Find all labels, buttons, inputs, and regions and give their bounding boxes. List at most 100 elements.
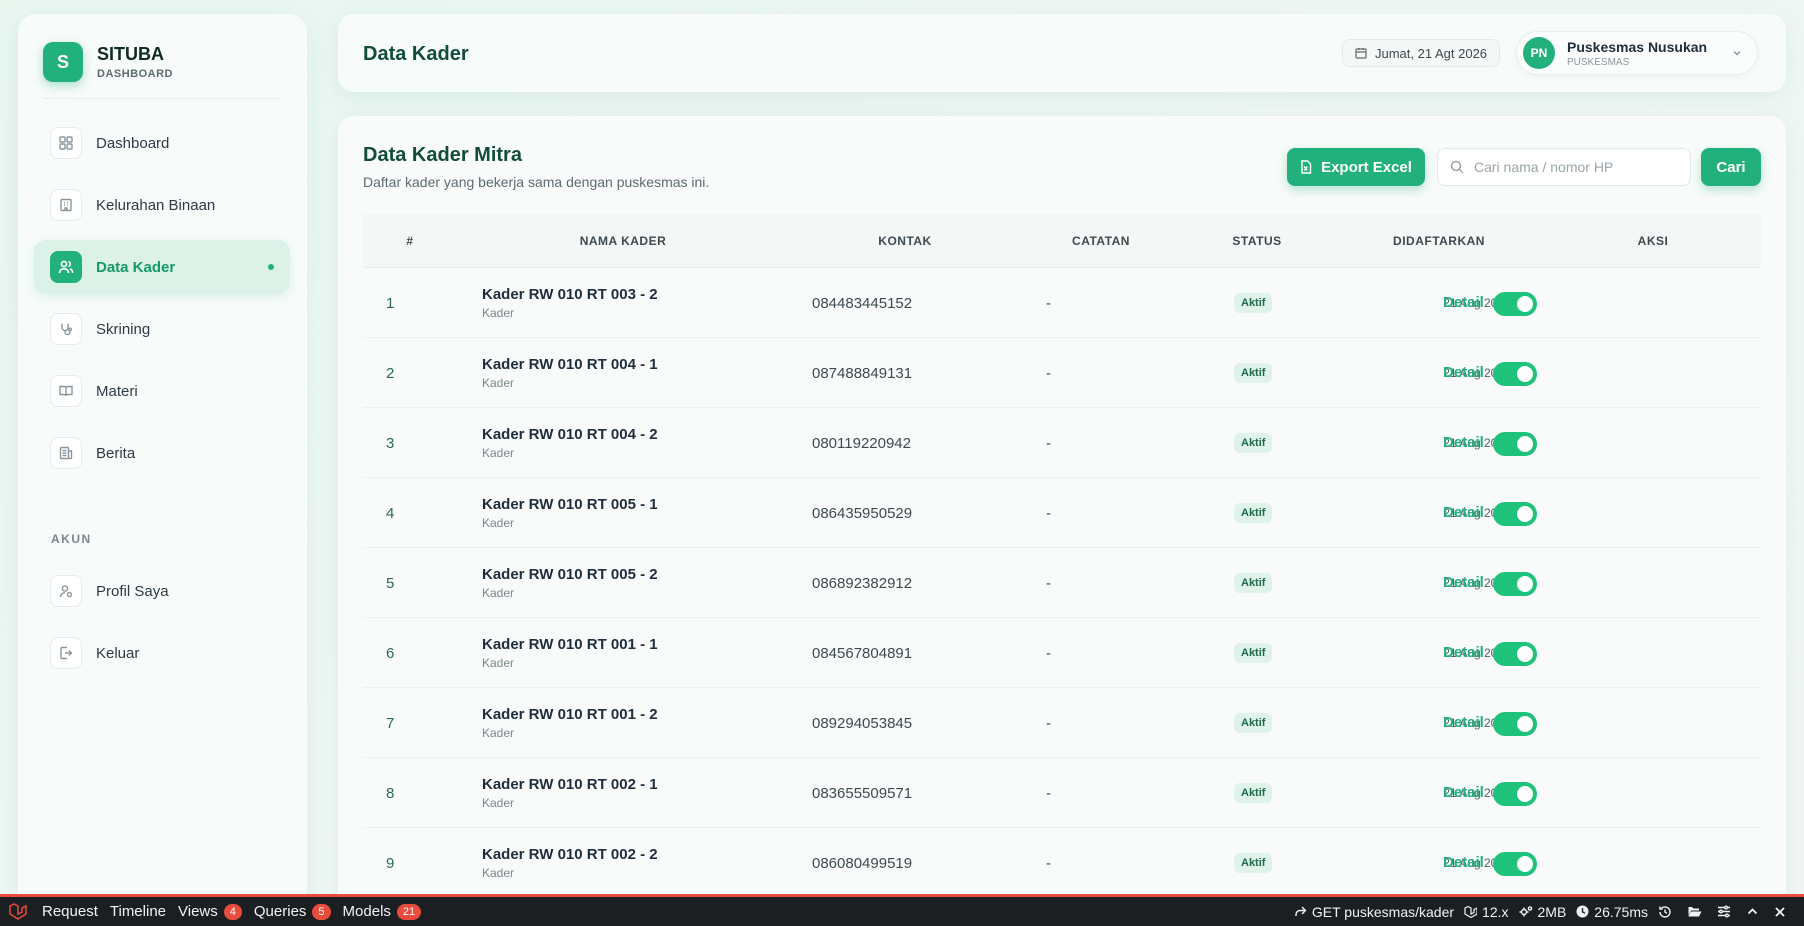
debug-version: 12.x bbox=[1459, 904, 1513, 920]
kader-note: - bbox=[1046, 365, 1051, 382]
active-toggle[interactable] bbox=[1493, 852, 1537, 876]
sidebar-item-kelurahan-binaan[interactable]: Kelurahan Binaan bbox=[34, 178, 290, 232]
sidebar-item-label: Skrining bbox=[96, 320, 151, 338]
active-toggle[interactable] bbox=[1493, 642, 1537, 666]
kader-role: Kader bbox=[482, 306, 515, 320]
sidebar-item-profil-saya[interactable]: Profil Saya bbox=[34, 564, 290, 618]
kader-role: Kader bbox=[482, 376, 515, 390]
table-row: 3 Kader RW 010 RT 004 - 2 Kader 08011922094… bbox=[363, 408, 1761, 478]
kader-card: Data Kader Mitra Daftar kader yang beker… bbox=[338, 116, 1786, 926]
column-header-nama-kader: NAMA KADER bbox=[579, 234, 667, 248]
sidebar-item-berita[interactable]: Berita bbox=[34, 426, 290, 480]
row-number: 4 bbox=[386, 505, 395, 522]
row-number: 8 bbox=[386, 785, 395, 802]
brand[interactable]: S SITUBA DASHBOARD bbox=[43, 42, 173, 82]
column-header-number: # bbox=[406, 234, 414, 248]
status-badge: Aktif bbox=[1234, 783, 1273, 803]
user-name: Puskesmas Nusukan bbox=[1567, 38, 1708, 55]
chevron-up-icon[interactable] bbox=[1741, 905, 1769, 918]
kader-name: Kader RW 010 RT 005 - 1 bbox=[482, 496, 658, 513]
kader-phone: 083655509571 bbox=[812, 785, 913, 802]
table-row: 7 Kader RW 010 RT 001 - 2 Kader 08929405384… bbox=[363, 688, 1761, 758]
debug-time: 26.75ms bbox=[1571, 904, 1653, 920]
history-icon[interactable] bbox=[1653, 905, 1682, 919]
column-header-aksi: AKSI bbox=[1637, 234, 1669, 248]
search-button[interactable]: Cari bbox=[1701, 148, 1761, 186]
detail-link[interactable]: Detail bbox=[1443, 644, 1484, 661]
active-toggle[interactable] bbox=[1493, 292, 1537, 316]
user-menu[interactable]: PN Puskesmas Nusukan PUSKESMAS bbox=[1516, 31, 1758, 75]
export-excel-button[interactable]: Export Excel bbox=[1287, 148, 1425, 186]
search-input[interactable] bbox=[1474, 159, 1674, 175]
table-row: 4 Kader RW 010 RT 005 - 1 Kader 08643595052… bbox=[363, 478, 1761, 548]
top-bar: Data Kader Jumat, 21 Agt 2026 PN Puskesm… bbox=[338, 14, 1786, 92]
detail-link[interactable]: Detail bbox=[1443, 294, 1484, 311]
kader-note: - bbox=[1046, 295, 1051, 312]
brand-divider bbox=[43, 98, 282, 99]
kader-name-cell: Kader RW 010 RT 002 - 2 Kader bbox=[482, 846, 658, 880]
debug-tab-queries[interactable]: Queries 5 bbox=[248, 903, 337, 920]
kader-role: Kader bbox=[482, 446, 515, 460]
table-header: # NAMA KADER KONTAK CATATAN STATUS DIDAF… bbox=[363, 214, 1761, 268]
detail-link[interactable]: Detail bbox=[1443, 784, 1484, 801]
status-badge: Aktif bbox=[1234, 363, 1273, 383]
kader-name: Kader RW 010 RT 004 - 2 bbox=[482, 426, 658, 443]
debug-count-badge: 21 bbox=[396, 903, 422, 920]
laravel-logo-icon[interactable] bbox=[0, 902, 36, 922]
sidebar-item-dashboard[interactable]: Dashboard bbox=[34, 116, 290, 170]
detail-link[interactable]: Detail bbox=[1443, 434, 1484, 451]
close-icon[interactable] bbox=[1769, 906, 1796, 918]
kader-role: Kader bbox=[482, 796, 515, 810]
kader-note: - bbox=[1046, 435, 1051, 452]
debug-tab-views[interactable]: Views 4 bbox=[172, 903, 248, 920]
active-toggle[interactable] bbox=[1493, 362, 1537, 386]
cogs-icon bbox=[1519, 906, 1532, 917]
status-badge: Aktif bbox=[1234, 573, 1273, 593]
status-badge: Aktif bbox=[1234, 293, 1273, 313]
detail-link[interactable]: Detail bbox=[1443, 364, 1484, 381]
debug-tab-timeline[interactable]: Timeline bbox=[104, 903, 172, 920]
laravel-icon bbox=[1464, 905, 1478, 918]
table-row: 9 Kader RW 010 RT 002 - 2 Kader 08608049951… bbox=[363, 828, 1761, 898]
status-badge: Aktif bbox=[1234, 643, 1273, 663]
export-excel-label: Export Excel bbox=[1321, 158, 1412, 176]
status-badge: Aktif bbox=[1234, 713, 1273, 733]
sidebar-item-keluar[interactable]: Keluar bbox=[34, 626, 290, 680]
active-toggle[interactable] bbox=[1493, 782, 1537, 806]
table-row: 8 Kader RW 010 RT 002 - 1 Kader 08365550957… bbox=[363, 758, 1761, 828]
debug-bar: Request Timeline Views 4 Queries 5 Models 2… bbox=[0, 894, 1804, 926]
detail-link[interactable]: Detail bbox=[1443, 574, 1484, 591]
folder-open-icon[interactable] bbox=[1682, 905, 1712, 918]
kader-name: Kader RW 010 RT 004 - 1 bbox=[482, 356, 658, 373]
date-chip: Jumat, 21 Agt 2026 bbox=[1342, 39, 1501, 67]
active-toggle[interactable] bbox=[1493, 432, 1537, 456]
debug-route[interactable]: GET puskesmas/kader bbox=[1289, 904, 1459, 920]
share-icon bbox=[1295, 906, 1307, 916]
active-toggle[interactable] bbox=[1493, 712, 1537, 736]
app-subtitle: DASHBOARD bbox=[97, 68, 173, 80]
sidebar-item-data-kader[interactable]: Data Kader bbox=[34, 240, 290, 294]
debug-route-label: GET puskesmas/kader bbox=[1311, 903, 1455, 920]
sidebar-item-label: Profil Saya bbox=[96, 582, 169, 600]
logout-icon bbox=[50, 637, 82, 669]
debug-tab-models[interactable]: Models 21 bbox=[337, 903, 428, 920]
table-row: 6 Kader RW 010 RT 001 - 1 Kader 08456780489… bbox=[363, 618, 1761, 688]
detail-link[interactable]: Detail bbox=[1443, 854, 1484, 871]
sidebar-item-materi[interactable]: Materi bbox=[34, 364, 290, 418]
sidebar-item-skrining[interactable]: Skrining bbox=[34, 302, 290, 356]
kader-name: Kader RW 010 RT 002 - 2 bbox=[482, 846, 658, 863]
detail-link[interactable]: Detail bbox=[1443, 504, 1484, 521]
kader-name: Kader RW 010 RT 003 - 2 bbox=[482, 286, 658, 303]
kader-phone: 087488849131 bbox=[812, 365, 913, 382]
kader-name-cell: Kader RW 010 RT 003 - 2 Kader bbox=[482, 286, 658, 320]
debug-tab-request[interactable]: Request bbox=[36, 903, 104, 920]
active-toggle[interactable] bbox=[1493, 572, 1537, 596]
kader-note: - bbox=[1046, 785, 1051, 802]
search-icon bbox=[1450, 160, 1464, 174]
users-icon bbox=[50, 251, 82, 283]
sliders-icon[interactable] bbox=[1712, 905, 1741, 918]
status-badge: Aktif bbox=[1234, 503, 1273, 523]
debug-tab-label: Queries bbox=[253, 903, 307, 920]
active-toggle[interactable] bbox=[1493, 502, 1537, 526]
detail-link[interactable]: Detail bbox=[1443, 714, 1484, 731]
